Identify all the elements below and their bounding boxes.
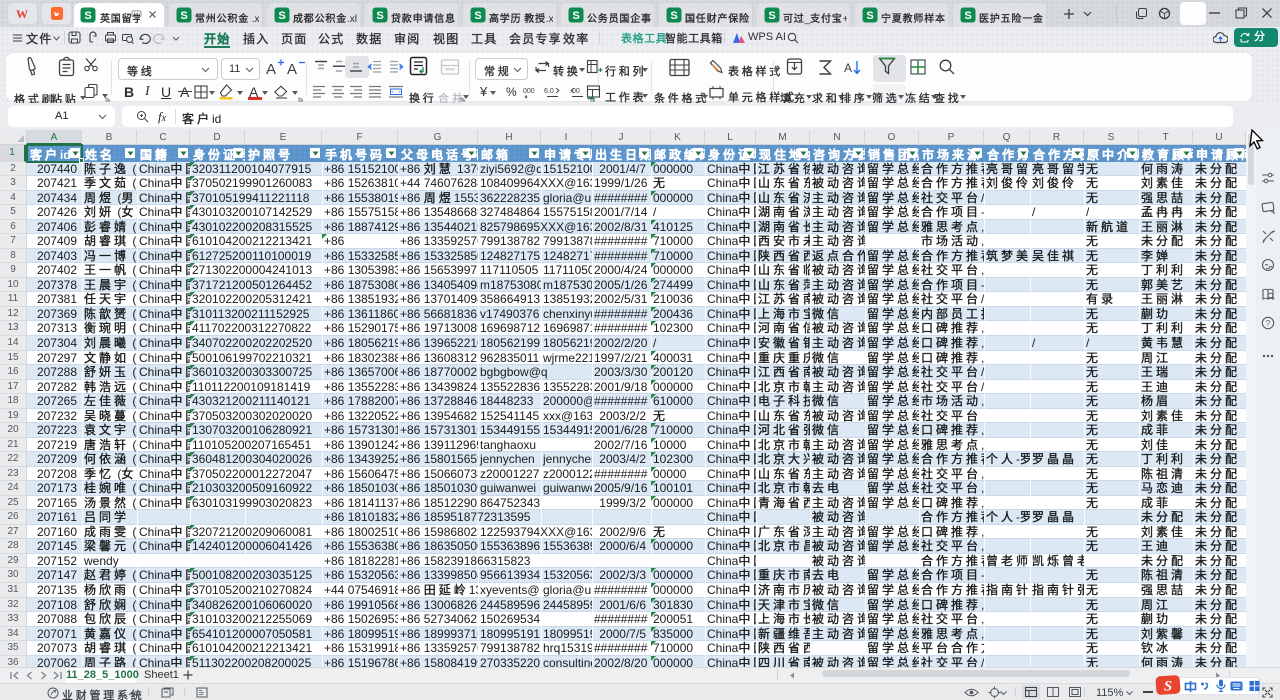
svg-text:A: A [844, 61, 852, 75]
svg-text:S: S [670, 10, 677, 22]
svg-text:.00: .00 [570, 88, 580, 95]
svg-text:A: A [287, 61, 297, 78]
svg-text:S: S [866, 10, 873, 22]
svg-text:A: A [266, 61, 276, 78]
svg-text:S: S [84, 10, 91, 22]
svg-text:S: S [768, 10, 775, 22]
svg-text:S: S [474, 10, 481, 22]
svg-text:?: ? [1266, 319, 1271, 328]
svg-text:S: S [964, 10, 971, 22]
svg-text:S: S [1164, 679, 1172, 695]
svg-text:S: S [572, 10, 579, 22]
svg-text:W: W [16, 7, 28, 21]
svg-text:6.0: 6.0 [544, 88, 554, 95]
svg-text:S: S [180, 10, 187, 22]
svg-text:S: S [278, 10, 285, 22]
svg-text:000: 000 [523, 88, 535, 95]
svg-text:S: S [376, 10, 383, 22]
